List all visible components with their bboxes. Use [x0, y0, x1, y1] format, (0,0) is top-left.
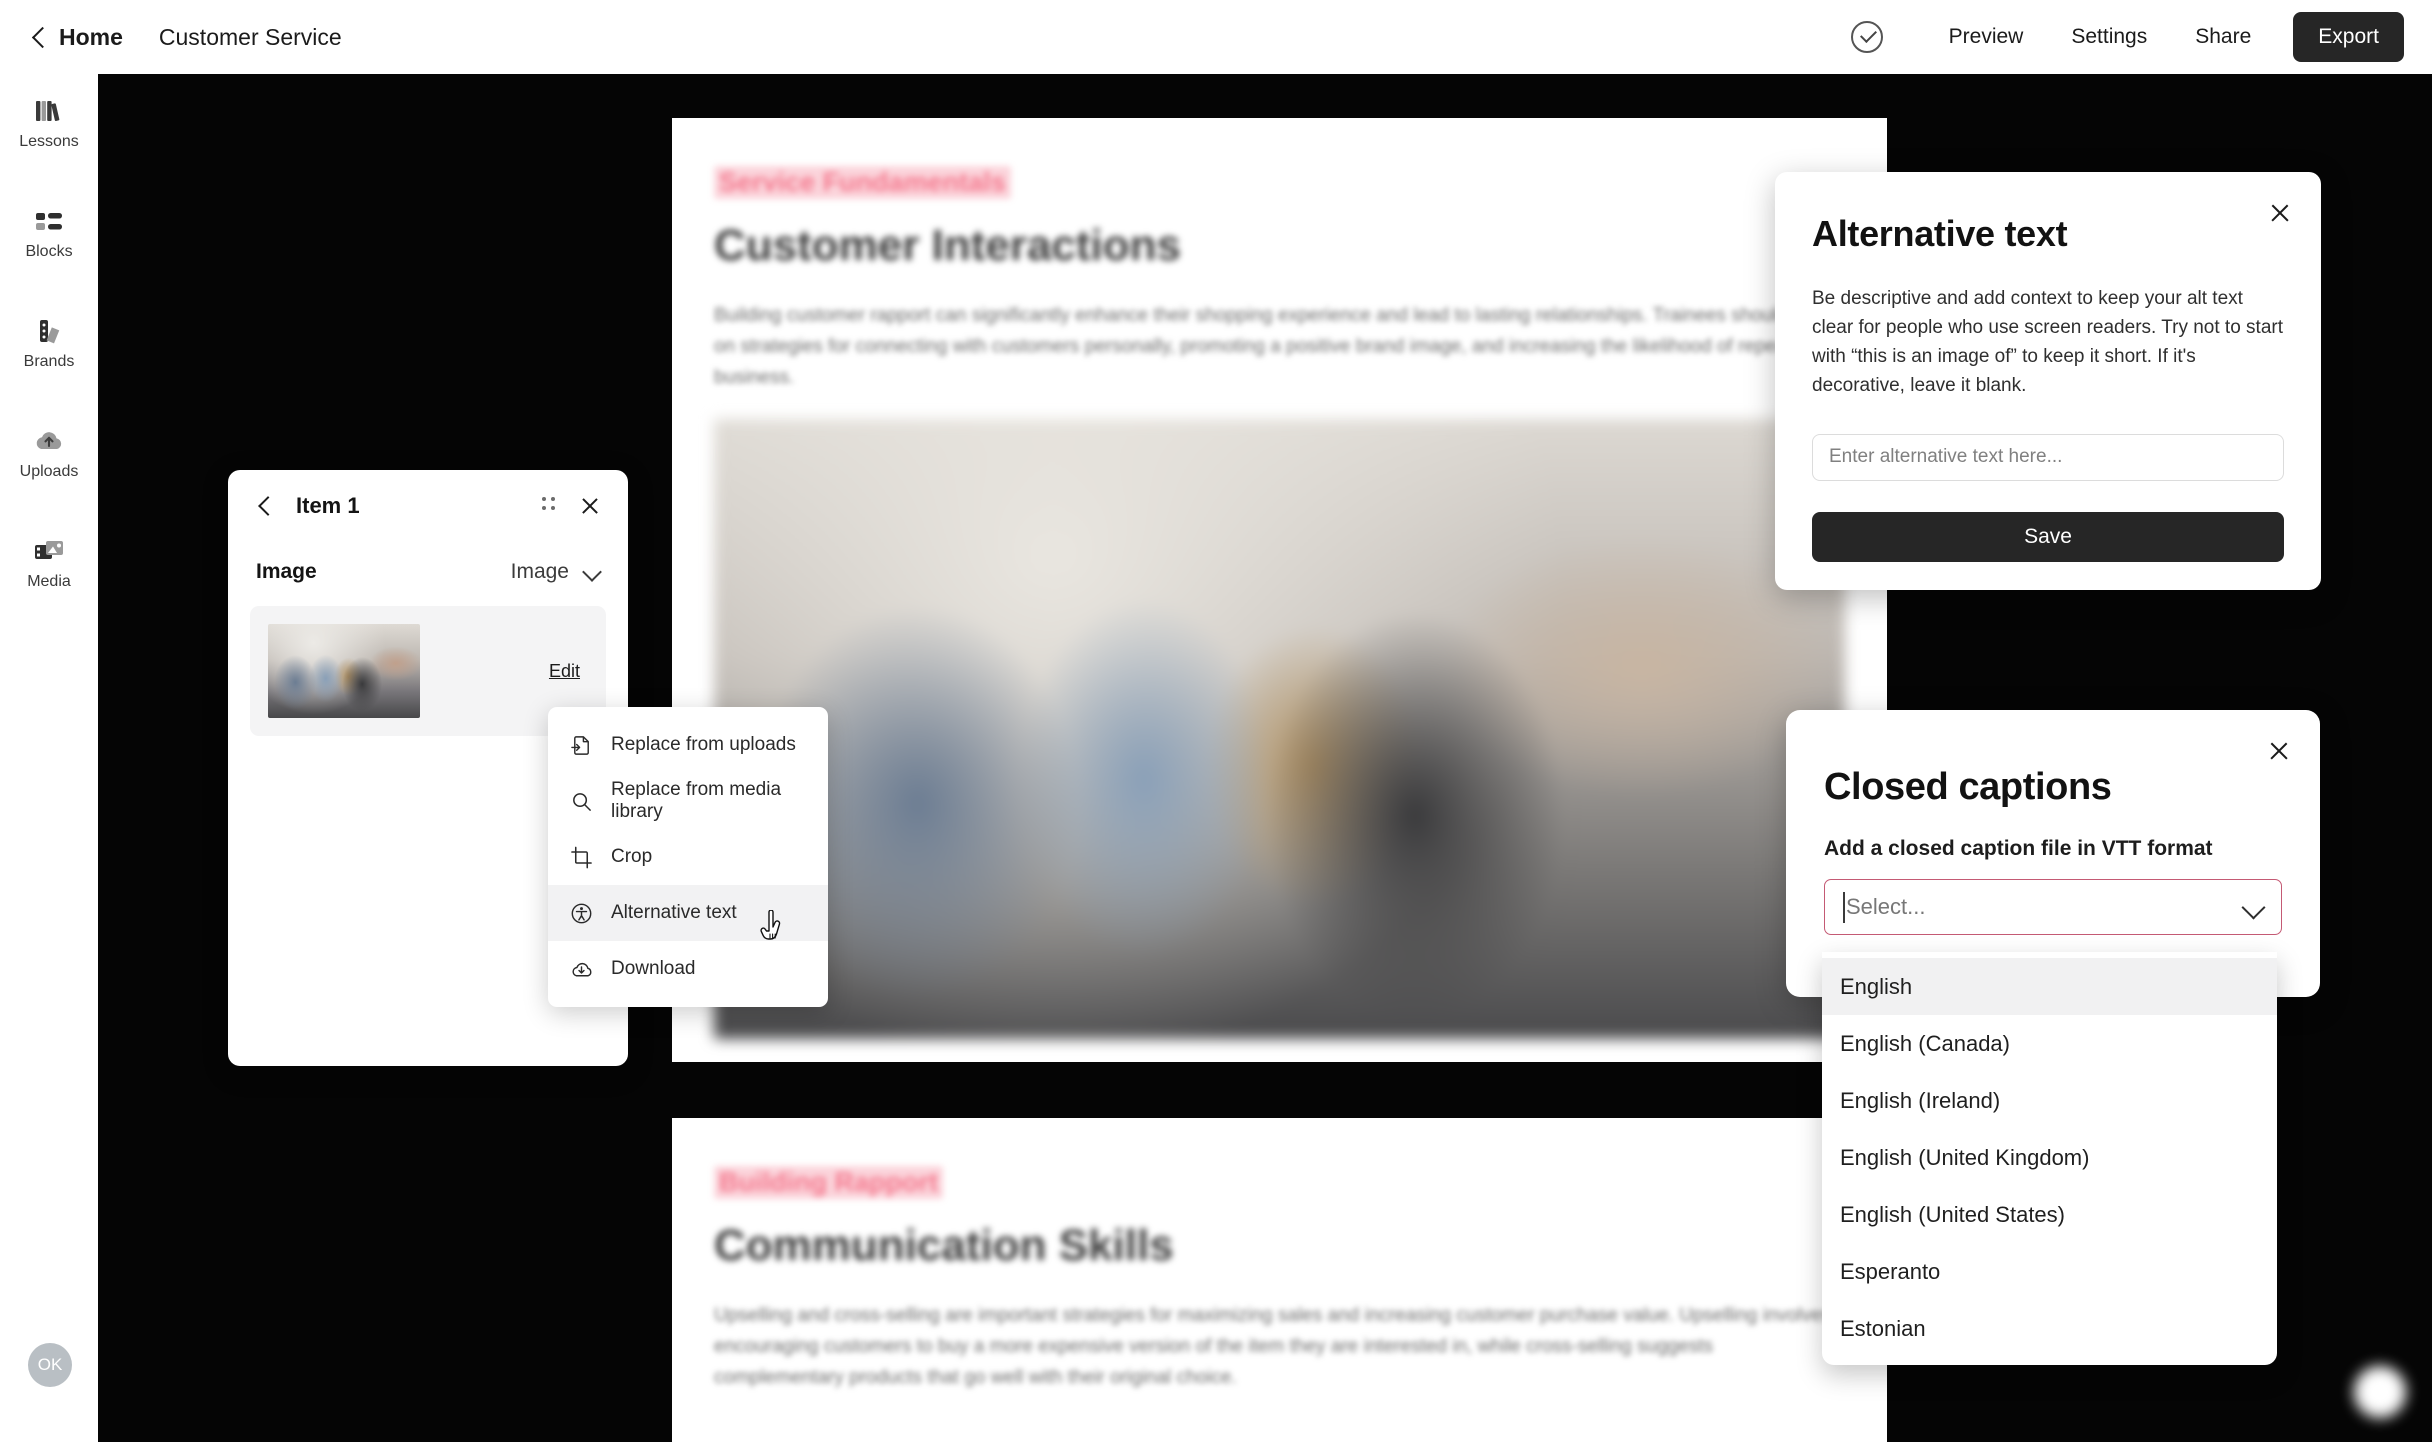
- search-icon: [573, 792, 591, 811]
- dropdown-option[interactable]: English (Canada): [1822, 1015, 2277, 1072]
- save-button[interactable]: Save: [1812, 511, 2284, 562]
- sidebar-item-media[interactable]: Media: [0, 536, 98, 591]
- sidebar-item-label: Uploads: [19, 463, 79, 480]
- avatar[interactable]: OK: [28, 1343, 72, 1387]
- top-bar-actions: Preview Settings Share Export: [1850, 12, 2432, 62]
- home-label: Home: [59, 23, 123, 50]
- left-sidebar: Lessons Blocks Brands Uploads Media OK: [0, 74, 98, 1442]
- caption-language-placeholder: Select...: [1846, 894, 1926, 919]
- chat-help-icon[interactable]: [2354, 1366, 2406, 1418]
- item-type-select[interactable]: Image: [511, 560, 600, 584]
- slide-eyebrow: Building Rapport: [714, 1166, 943, 1199]
- item-panel-header: Item 1: [228, 470, 628, 542]
- cloud-upload-icon: [36, 432, 62, 449]
- item-type-row: Image Image: [228, 542, 628, 584]
- chevron-left-icon[interactable]: [256, 497, 274, 515]
- menu-item-replace-from-uploads[interactable]: Replace from uploads: [548, 717, 828, 773]
- close-icon[interactable]: [2268, 740, 2290, 762]
- sidebar-item-blocks[interactable]: Blocks: [0, 206, 98, 261]
- caption-language-select[interactable]: Select...: [1824, 879, 2282, 935]
- caption-language-dropdown[interactable]: English English (Canada) English (Irelan…: [1822, 952, 2277, 1365]
- chevron-down-icon: [584, 564, 600, 580]
- cloud-download-icon: [572, 962, 592, 976]
- menu-item-download[interactable]: Download: [548, 941, 828, 997]
- brands-palette-icon: [40, 320, 60, 344]
- item-panel-title: Item 1: [296, 493, 360, 518]
- item-type-value: Image: [510, 560, 569, 583]
- sidebar-item-lessons[interactable]: Lessons: [0, 96, 98, 151]
- sidebar-item-label: Brands: [23, 353, 75, 370]
- media-icon: [35, 541, 63, 559]
- menu-item-alternative-text[interactable]: Alternative text: [548, 885, 828, 941]
- breadcrumb-current[interactable]: Customer Service: [159, 24, 342, 51]
- menu-item-label: Replace from media library: [611, 779, 782, 822]
- preview-button[interactable]: Preview: [1925, 25, 2048, 49]
- menu-item-crop[interactable]: Crop: [548, 829, 828, 885]
- blocks-icon: [36, 213, 62, 230]
- settings-button[interactable]: Settings: [2047, 25, 2171, 49]
- alt-text-input[interactable]: [1812, 433, 2284, 481]
- sidebar-item-label: Blocks: [25, 243, 73, 260]
- panel-title: Closed captions: [1824, 766, 2112, 808]
- dropdown-option[interactable]: English (Ireland): [1822, 1072, 2277, 1129]
- slide-title: Communication Skills: [714, 1221, 1174, 1270]
- dropdown-option[interactable]: Esperanto: [1822, 1243, 2277, 1300]
- menu-item-label: Download: [611, 958, 696, 979]
- drag-handle-icon[interactable]: [542, 497, 556, 515]
- slide-title: Customer Interactions: [714, 221, 1181, 270]
- dropdown-option[interactable]: English (United States): [1822, 1186, 2277, 1243]
- replace-upload-icon: [571, 735, 589, 755]
- sidebar-item-label: Lessons: [19, 133, 79, 150]
- menu-item-label: Replace from uploads: [611, 734, 796, 755]
- image-context-menu: Replace from uploads Replace from media …: [548, 707, 828, 1007]
- alternative-text-dialog: Alternative text Be descriptive and add …: [1775, 172, 2321, 590]
- menu-item-label: Alternative text: [611, 902, 737, 923]
- chevron-left-icon: [30, 29, 46, 45]
- dialog-title: Alternative text: [1812, 213, 2068, 254]
- close-icon[interactable]: [580, 496, 600, 516]
- sidebar-item-brands[interactable]: Brands: [0, 316, 98, 371]
- export-button[interactable]: Export: [2293, 12, 2404, 62]
- sidebar-item-uploads[interactable]: Uploads: [0, 426, 98, 481]
- slide-card[interactable]: Building Rapport Communication Skills Up…: [672, 1118, 1887, 1442]
- slide-card[interactable]: Service Fundamentals Customer Interactio…: [672, 118, 1887, 1062]
- dropdown-option[interactable]: English: [1822, 958, 2277, 1015]
- item-type-label: Image: [256, 560, 317, 583]
- crop-icon: [571, 846, 592, 868]
- accessibility-icon: [571, 903, 592, 923]
- dropdown-option[interactable]: English (United Kingdom): [1822, 1129, 2277, 1186]
- slide-eyebrow: Service Fundamentals: [714, 166, 1011, 199]
- saved-check-icon[interactable]: [1850, 21, 1883, 53]
- text-caret: [1843, 892, 1845, 923]
- slide-body: Building customer rapport can significan…: [714, 305, 1838, 388]
- item-panel-tools: [542, 496, 600, 516]
- slide-image[interactable]: [714, 419, 1845, 1040]
- share-button[interactable]: Share: [2171, 25, 2275, 49]
- app-root: Home Customer Service Preview Settings S…: [0, 0, 2432, 1442]
- dialog-description: Be descriptive and add context to keep y…: [1812, 288, 2284, 396]
- sidebar-item-label: Media: [27, 573, 71, 590]
- image-thumbnail[interactable]: [268, 624, 420, 718]
- home-link[interactable]: Home: [30, 24, 123, 51]
- books-icon: [36, 101, 60, 122]
- slide-body: Upselling and cross-selling are importan…: [714, 1305, 1832, 1388]
- edit-image-button[interactable]: Edit: [549, 661, 588, 682]
- menu-item-label: Crop: [611, 846, 653, 867]
- chevron-down-icon: [2244, 898, 2263, 917]
- breadcrumb: Home Customer Service: [0, 24, 342, 51]
- top-bar: Home Customer Service Preview Settings S…: [0, 0, 2432, 74]
- panel-subtitle: Add a closed caption file in VTT format: [1824, 837, 2213, 860]
- menu-item-replace-from-media-library[interactable]: Replace from media library: [548, 773, 828, 829]
- close-icon[interactable]: [2269, 202, 2291, 224]
- dropdown-option[interactable]: Estonian: [1822, 1300, 2277, 1357]
